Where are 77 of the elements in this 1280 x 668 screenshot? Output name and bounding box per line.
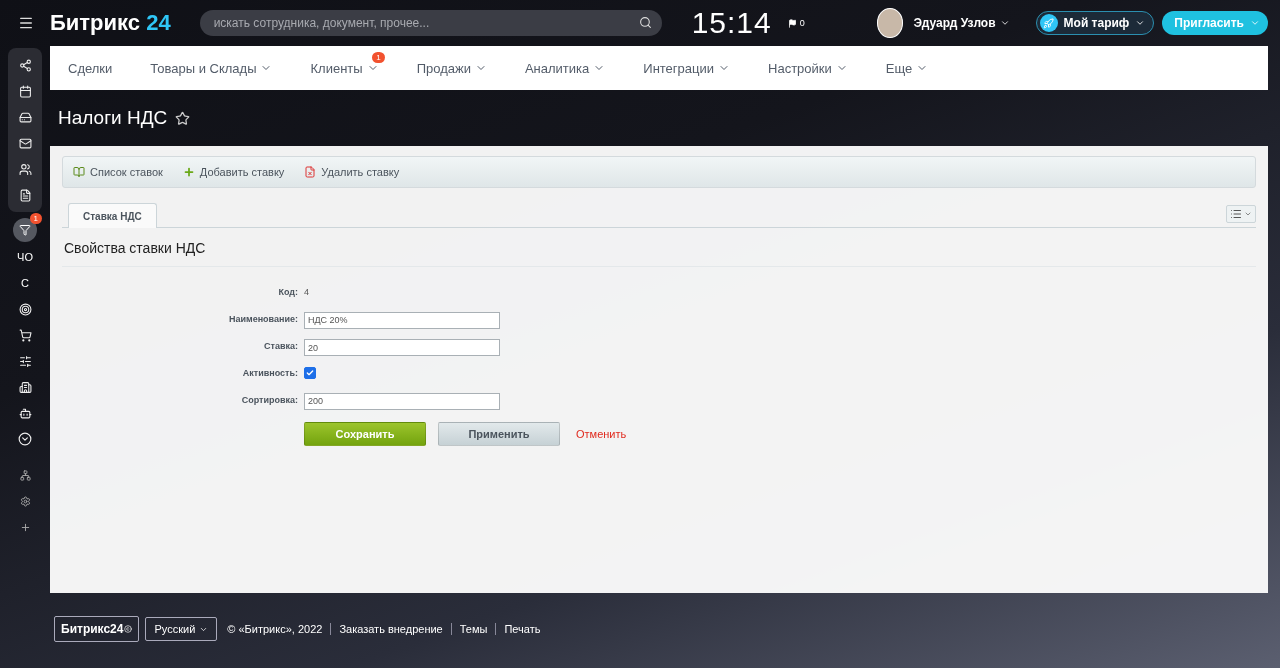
notification-badge: 1	[372, 51, 385, 63]
caret-icon	[999, 18, 1010, 28]
notification-badge: 1	[29, 213, 42, 224]
page-title: Налоги НДС	[58, 107, 168, 129]
field-label: Сортировка:	[240, 394, 298, 405]
plus-icon	[182, 166, 195, 178]
nav-item[interactable]: Аналитика	[524, 60, 606, 76]
sidebar-icon	[18, 110, 32, 124]
toolbar-button[interactable]: Удалить ставку	[304, 166, 400, 178]
sidebar-icon	[18, 84, 32, 98]
footer-link[interactable]: Печать	[495, 623, 541, 635]
sidebar-icon	[18, 188, 32, 202]
clock-time: 15:14	[691, 6, 772, 40]
filter-icon	[19, 224, 31, 236]
sidebar-icon	[18, 58, 32, 72]
field-label: Код:	[277, 287, 298, 297]
input-field[interactable]: 200	[304, 392, 500, 410]
apply-button[interactable]: Применить	[438, 421, 560, 446]
section-title: Свойства ставки НДС	[62, 228, 1256, 267]
input-field[interactable]: НДС 20%	[304, 311, 500, 329]
cancel-link[interactable]: Отменить	[572, 421, 631, 446]
sidebar-icon	[18, 328, 32, 342]
sidebar-icon	[18, 302, 32, 316]
flag-count: 0	[799, 18, 805, 28]
search-field[interactable]: искать сотрудника, документ, прочее...	[199, 10, 662, 36]
copyright-text: © «Битрикс», 2022	[227, 623, 323, 635]
nav-item[interactable]: Сделки	[68, 60, 113, 76]
sidebar-icon	[18, 354, 32, 368]
document-x-icon	[304, 166, 317, 178]
field-value: 4	[304, 287, 309, 297]
user-name[interactable]: Эдуард Узлов	[913, 16, 1010, 30]
nav-item[interactable]: Настройки	[768, 60, 848, 76]
input-field[interactable]: 20	[304, 339, 500, 356]
toolbar-button[interactable]: Список ставок	[73, 166, 163, 178]
footer-link[interactable]: Заказать внедрение	[330, 623, 443, 635]
sidebar-icon	[18, 406, 32, 420]
rocket-icon	[1039, 14, 1058, 32]
plus-icon	[19, 521, 31, 533]
field-label: Наименование:	[227, 313, 298, 324]
nav-item[interactable]: Товары и Склады	[150, 60, 273, 76]
field-label: Ставка:	[263, 341, 298, 352]
flag-icon[interactable]	[787, 18, 797, 28]
toolbar-button[interactable]: Добавить ставку	[182, 166, 285, 178]
nav-item[interactable]: Еще	[885, 60, 929, 76]
star-icon[interactable]	[175, 110, 191, 126]
list-icon	[1230, 208, 1242, 220]
sidebar-icon	[18, 162, 32, 176]
checkbox[interactable]	[304, 367, 316, 379]
tab[interactable]: Ставка НДС	[68, 203, 157, 228]
settings-icon	[19, 495, 31, 507]
settings-menu-button[interactable]	[1226, 205, 1256, 223]
language-select[interactable]: Русский	[145, 617, 218, 641]
logo: Битрикс 24	[50, 10, 172, 36]
caret-icon	[1250, 18, 1260, 28]
check-icon	[306, 369, 314, 377]
field-label: Активность:	[241, 368, 298, 378]
sidebar-initials[interactable]: С	[10, 270, 40, 296]
network-icon	[19, 469, 31, 481]
menu-button[interactable]	[18, 15, 34, 31]
book-icon	[73, 166, 85, 178]
nav-item[interactable]: Клиенты	[310, 60, 379, 76]
chevron-circle-icon	[18, 432, 32, 446]
nav-item[interactable]: Интеграции	[643, 60, 730, 76]
filter-button[interactable]	[13, 218, 37, 242]
tariff-button[interactable]: Мой тариф	[1035, 11, 1155, 35]
user-avatar[interactable]	[876, 8, 904, 38]
nav-item[interactable]: Продажи	[416, 60, 487, 76]
sidebar-icon	[18, 380, 32, 394]
caret-icon	[1135, 18, 1146, 28]
footer-logo[interactable]: Битрикс24	[54, 616, 140, 642]
caret-icon	[1244, 210, 1252, 218]
search-icon	[638, 16, 652, 29]
sidebar-initials[interactable]: ЧО	[10, 244, 40, 270]
menu-icon	[18, 15, 34, 31]
sidebar-icon	[18, 136, 32, 150]
footer-link[interactable]: Темы	[450, 623, 488, 635]
copyright-icon	[124, 625, 133, 633]
